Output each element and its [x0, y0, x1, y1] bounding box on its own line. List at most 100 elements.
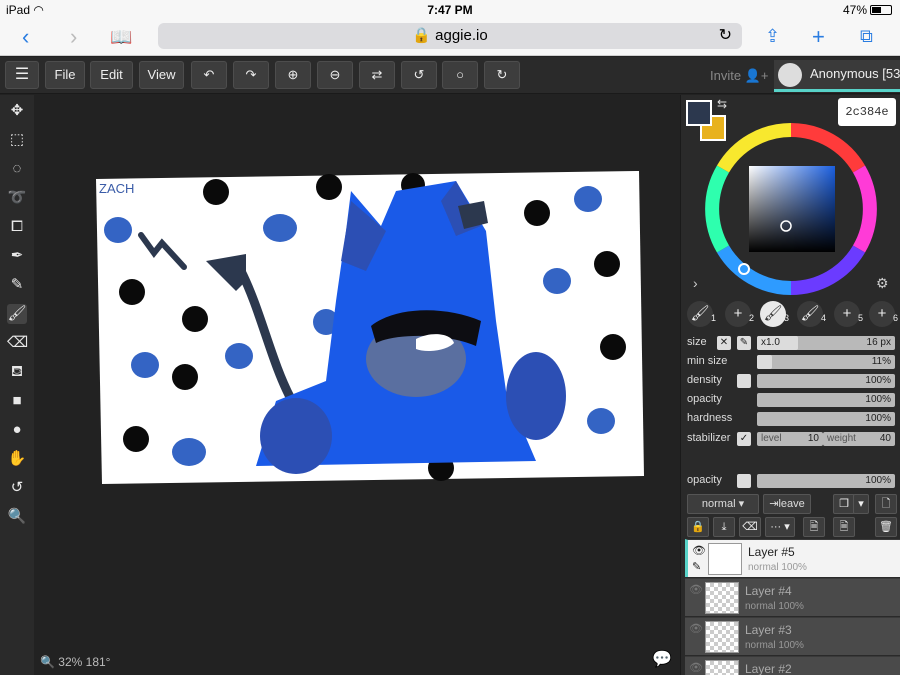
- new-tab-icon[interactable]: +: [812, 24, 825, 50]
- layer-item[interactable]: 👁 Layer #2: [685, 656, 900, 675]
- swap-colors-icon[interactable]: ⇆: [717, 97, 727, 111]
- move-icon[interactable]: ✥: [7, 101, 27, 121]
- brush-slot-number: 3: [783, 313, 789, 323]
- user-badge[interactable]: Anonymous [53.: [774, 60, 900, 92]
- eye-icon[interactable]: 👁: [689, 622, 703, 635]
- layer-opacity-slider[interactable]: 100%: [757, 474, 895, 488]
- hardness-row: hardness 100%: [687, 411, 899, 427]
- undo-button[interactable]: ↶: [191, 61, 227, 89]
- stabilizer-level-slider[interactable]: level 10: [757, 432, 823, 446]
- duplicate-layer-icon[interactable]: ❐: [833, 494, 855, 514]
- view-menu-button[interactable]: View: [139, 61, 184, 89]
- reset-rotation-button[interactable]: ○: [442, 61, 478, 89]
- hamburger-icon: ☰: [14, 66, 30, 83]
- lasso-icon[interactable]: ➰: [7, 188, 27, 208]
- new-layer-icon[interactable]: 🗋: [875, 494, 897, 514]
- brush-slot-2[interactable]: +2: [725, 301, 754, 327]
- layer-name: Layer #3: [745, 623, 792, 637]
- brush-icon[interactable]: 🖌: [7, 304, 27, 324]
- opacity-row: opacity 100%: [687, 392, 899, 408]
- invite-button[interactable]: Invite 👤+: [710, 68, 768, 84]
- user-name: Anonymous [53.: [810, 66, 900, 81]
- brush-slot-3[interactable]: 🖌 3: [760, 301, 789, 327]
- fill-icon[interactable]: ⛾: [7, 362, 27, 382]
- layer-opacity-toggle[interactable]: [737, 474, 751, 488]
- hand-icon[interactable]: ✋: [7, 449, 27, 469]
- reload-icon[interactable]: ↻: [719, 23, 732, 49]
- rotate-right-button[interactable]: ↻: [484, 61, 520, 89]
- min-size-slider[interactable]: 11%: [757, 355, 895, 369]
- density-toggle[interactable]: [737, 374, 751, 388]
- density-label: density: [687, 374, 722, 386]
- rotate-icon[interactable]: ↺: [7, 478, 27, 498]
- export-layer-icon[interactable]: 🗎: [803, 517, 825, 537]
- dropdown-icon[interactable]: ▾: [853, 494, 869, 514]
- rectangle-icon[interactable]: ■: [7, 391, 27, 411]
- forward-icon[interactable]: ›: [70, 24, 77, 50]
- eye-icon[interactable]: 👁: [692, 544, 706, 557]
- layer-item[interactable]: 👁 ✎ Layer #5 normal 100%: [685, 539, 900, 577]
- hardness-slider[interactable]: 100%: [757, 412, 895, 426]
- signature-text: ZACH: [99, 181, 134, 196]
- size-pen-toggle[interactable]: ✎: [737, 336, 751, 350]
- redo-button[interactable]: ↷: [233, 61, 269, 89]
- file-menu-button[interactable]: File: [45, 61, 85, 89]
- size-slider[interactable]: x1.0 16 px: [757, 336, 895, 350]
- opacity-label: opacity: [687, 393, 722, 405]
- brush-slot-1[interactable]: 🖌 1: [687, 301, 716, 327]
- bookmarks-icon[interactable]: 📖: [110, 27, 132, 48]
- canvas-workspace[interactable]: ZACH 🔍 32% 181° 💬: [34, 95, 680, 675]
- brush-slot-6[interactable]: +6: [869, 301, 898, 327]
- leave-button[interactable]: ⇥leave: [763, 494, 811, 514]
- brush-slot-5[interactable]: +5: [834, 301, 863, 327]
- size-pressure-toggle[interactable]: ✕: [717, 336, 731, 350]
- browser-bar: ‹ › 📖 🔒 aggie.io ↻ ⇪ + ⧉: [0, 20, 900, 56]
- import-layer-icon[interactable]: 🗎: [833, 517, 855, 537]
- rotate-left-button[interactable]: ↺: [401, 61, 437, 89]
- density-row: density 100%: [687, 373, 899, 389]
- zoom-icon[interactable]: 🔍: [7, 507, 27, 527]
- address-bar[interactable]: 🔒 aggie.io ↻: [158, 23, 742, 49]
- gear-icon[interactable]: ⚙: [876, 275, 889, 292]
- chat-icon[interactable]: 💬: [652, 649, 672, 669]
- color-wheel[interactable]: [705, 123, 877, 295]
- merge-down-icon[interactable]: ⤓: [713, 517, 735, 537]
- brush-slot-4[interactable]: 🖌 4: [797, 301, 826, 327]
- chevron-right-icon[interactable]: ›: [693, 275, 698, 291]
- zoom-out-button[interactable]: ⊖: [317, 61, 353, 89]
- layer-item[interactable]: 👁 Layer #4 normal 100%: [685, 578, 900, 616]
- drawing-canvas[interactable]: ZACH: [96, 171, 646, 487]
- back-icon[interactable]: ‹: [22, 24, 29, 50]
- eye-icon[interactable]: 👁: [689, 583, 703, 596]
- delete-layer-icon[interactable]: 🗑: [875, 517, 897, 537]
- tabs-icon[interactable]: ⧉: [860, 26, 873, 47]
- density-slider[interactable]: 100%: [757, 374, 895, 388]
- stabilizer-checkbox[interactable]: ✓: [737, 432, 751, 446]
- weight-value: 40: [879, 433, 891, 444]
- share-icon[interactable]: ⇪: [765, 26, 780, 47]
- app-toolbar: ☰ File Edit View ↶ ↷ ⊕ ⊖ ⇄ ↺ ○ ↻ Invite …: [0, 57, 900, 94]
- flip-button[interactable]: ⇄: [359, 61, 395, 89]
- layer-meta: normal 100%: [748, 562, 807, 573]
- transform-icon[interactable]: ⧠: [7, 217, 27, 237]
- hex-color-field[interactable]: 2c384e: [838, 98, 896, 126]
- opacity-slider[interactable]: 100%: [757, 393, 895, 407]
- more-options-icon[interactable]: ··· ▾: [765, 517, 795, 537]
- pencil-icon[interactable]: ✎: [7, 275, 27, 295]
- ellipse-icon[interactable]: ●: [7, 420, 27, 440]
- eraser-icon[interactable]: ⌫: [7, 333, 28, 353]
- density-value: 100%: [865, 375, 891, 386]
- zoom-in-button[interactable]: ⊕: [275, 61, 311, 89]
- edit-menu-button[interactable]: Edit: [90, 61, 133, 89]
- lock-icon[interactable]: 🔒: [687, 517, 709, 537]
- clear-layer-icon[interactable]: ⌫: [739, 517, 761, 537]
- ellipse-select-icon[interactable]: ◌: [7, 159, 27, 179]
- stabilizer-row: stabilizer ✓ level 10 weight 40: [687, 431, 899, 447]
- layer-item[interactable]: 👁 Layer #3 normal 100%: [685, 617, 900, 655]
- blend-mode-select[interactable]: normal ▾: [687, 494, 759, 514]
- eyedropper-icon[interactable]: ✒: [7, 246, 27, 266]
- rect-select-icon[interactable]: ⬚: [7, 130, 27, 150]
- menu-button[interactable]: ☰: [5, 61, 39, 89]
- eye-icon[interactable]: 👁: [689, 661, 703, 674]
- stabilizer-weight-slider[interactable]: weight 40: [823, 432, 895, 446]
